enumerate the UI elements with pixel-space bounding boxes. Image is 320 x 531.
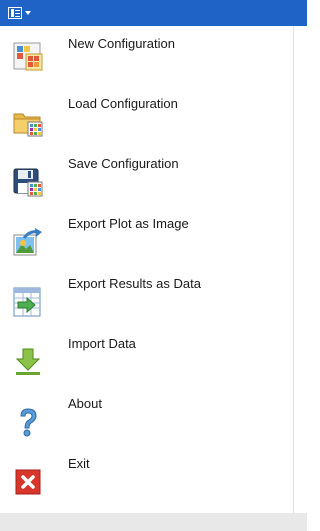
menu-footer [0,513,307,531]
menu-item-label: Import Data [68,336,136,351]
export-image-icon [13,228,42,256]
menu-item-label: Save Configuration [68,156,179,171]
application-icon [8,7,22,19]
menu-item-label: Export Plot as Image [68,216,189,231]
menu-item-import-data[interactable]: Import Data [0,336,293,396]
new-configuration-icon [13,42,43,71]
application-menu: New Configuration Load Configuration Sav… [0,26,294,513]
question-mark-icon [20,408,37,437]
download-arrow-icon [15,348,41,375]
export-table-icon [13,287,41,317]
menu-item-new-configuration[interactable]: New Configuration [0,36,293,96]
menu-side-gutter [294,26,307,513]
folder-grid-icon [13,113,43,137]
menu-item-exit[interactable]: Exit [0,456,293,516]
menu-item-save-configuration[interactable]: Save Configuration [0,156,293,216]
menu-item-export-plot-as-image[interactable]: Export Plot as Image [0,216,293,276]
menu-item-label: Export Results as Data [68,276,201,291]
menu-item-label: Load Configuration [68,96,178,111]
chevron-down-icon [25,11,31,15]
floppy-disk-icon [13,168,43,197]
menu-item-about[interactable]: About [0,396,293,456]
menu-item-label: About [68,396,102,411]
menu-item-label: Exit [68,456,90,471]
application-menu-button[interactable] [8,0,44,26]
menu-item-label: New Configuration [68,36,175,51]
menu-item-export-results-as-data[interactable]: Export Results as Data [0,276,293,336]
close-icon [15,469,41,495]
menu-item-load-configuration[interactable]: Load Configuration [0,96,293,156]
title-bar [0,0,307,26]
